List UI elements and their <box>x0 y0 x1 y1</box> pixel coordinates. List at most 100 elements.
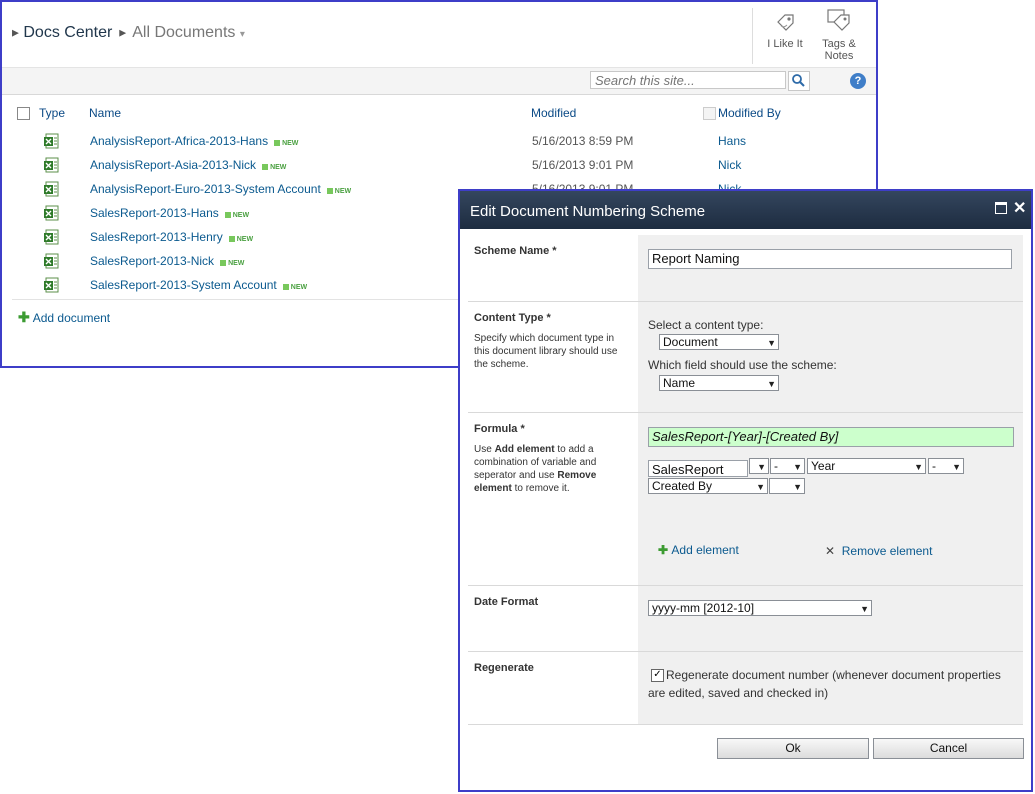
new-badge: NEW <box>220 260 244 267</box>
help-icon[interactable]: ? <box>850 73 866 89</box>
formula-label: Formula * <box>474 423 525 435</box>
date-format-select[interactable]: yyyy-mm [2012-10] ▼ <box>648 600 872 616</box>
search-icon <box>792 74 805 87</box>
select-all-checkbox[interactable] <box>17 107 30 120</box>
document-name-link[interactable]: SalesReport-2013-Hans NEW <box>90 206 249 220</box>
maximize-icon[interactable] <box>995 202 1007 214</box>
chevron-down-icon: ▼ <box>767 338 776 348</box>
add-icon: ✚ <box>18 309 30 325</box>
regenerate-label: Regenerate <box>474 662 534 674</box>
ribbon-divider <box>752 8 753 64</box>
dialog-body: Scheme Name * Report Naming Content Type… <box>468 235 1023 725</box>
chevron-down-icon: ▼ <box>757 462 766 472</box>
search-input[interactable] <box>590 71 786 89</box>
tag-icon <box>777 14 794 31</box>
formula-description: Use Add element to add a combination of … <box>474 444 597 494</box>
formula-element-2-value: Year <box>811 459 836 473</box>
separator-2-select[interactable]: - ▼ <box>928 458 964 474</box>
cancel-button[interactable]: Cancel <box>873 738 1024 759</box>
separator-2-value: - <box>932 459 936 473</box>
remove-icon: ✕ <box>825 544 836 558</box>
chevron-down-icon[interactable]: ▾ <box>240 29 245 40</box>
date-format-value: yyyy-mm [2012-10] <box>652 601 755 615</box>
regenerate-text: Regenerate document number (whenever doc… <box>648 668 1001 700</box>
scheme-name-input[interactable]: Report Naming <box>648 249 1012 269</box>
chevron-down-icon: ▼ <box>952 462 961 472</box>
add-element-button[interactable]: ✚ Add element <box>658 543 739 557</box>
section-scheme-name: Scheme Name * Report Naming <box>468 235 1023 302</box>
breadcrumb-view-menu[interactable]: All Documents <box>132 24 235 41</box>
content-type-value: Document <box>663 335 718 349</box>
chevron-down-icon: ▼ <box>793 482 802 492</box>
tags-notes-button[interactable]: Tags & Notes <box>816 8 862 62</box>
separator-3-select[interactable]: ▼ <box>769 478 805 494</box>
date-format-label: Date Format <box>474 596 539 608</box>
tags-notes-icon <box>827 9 850 31</box>
close-icon[interactable]: ✕ <box>1013 198 1026 218</box>
new-badge: NEW <box>224 212 249 219</box>
document-name-link[interactable]: SalesReport-2013-Henry NEW <box>90 230 253 244</box>
formula-element-1-type-select[interactable]: ▼ <box>749 458 769 474</box>
table-row: AnalysisReport-Asia-2013-Nick NEW 5/16/201… <box>2 153 876 177</box>
column-header-name[interactable]: Name <box>89 106 121 120</box>
new-badge: NEW <box>282 284 307 291</box>
chevron-down-icon: ▼ <box>793 462 802 472</box>
chevron-down-icon: ▼ <box>914 462 923 472</box>
modified-date: 5/16/2013 9:01 PM <box>532 158 634 172</box>
formula-element-3-select[interactable]: Created By ▼ <box>648 478 768 494</box>
breadcrumb-site-link[interactable]: Docs Center <box>23 24 112 41</box>
document-name-link[interactable]: SalesReport-2013-Nick NEW <box>90 254 244 268</box>
excel-file-icon <box>44 277 59 293</box>
i-like-it-button[interactable]: I Like It <box>762 10 808 50</box>
formula-element-3-value: Created By <box>652 479 713 493</box>
i-like-it-label: I Like It <box>767 38 803 50</box>
section-regenerate: Regenerate ✓ Regenerate document number … <box>468 652 1023 725</box>
separator-1-select[interactable]: - ▼ <box>770 458 805 474</box>
excel-file-icon <box>44 133 59 149</box>
modified-by-link[interactable]: Hans <box>718 134 746 148</box>
chevron-down-icon: ▼ <box>860 604 869 614</box>
content-type-select[interactable]: Document ▼ <box>659 334 779 350</box>
table-row: AnalysisReport-Africa-2013-Hans NEW 5/16/2… <box>2 129 876 153</box>
formula-preview: SalesReport-[Year]-[Created By] <box>648 427 1014 447</box>
column-header-type[interactable]: Type <box>39 106 65 120</box>
new-badge: NEW <box>274 140 298 147</box>
document-name-link[interactable]: AnalysisReport-Asia-2013-Nick NEW <box>90 158 286 172</box>
formula-element-text-input[interactable]: SalesReport <box>648 460 748 477</box>
modified-by-link[interactable]: Nick <box>718 158 741 172</box>
chevron-down-icon: ▼ <box>767 379 776 389</box>
remove-element-button[interactable]: ✕ Remove element <box>825 544 932 558</box>
search-button[interactable] <box>788 71 810 91</box>
breadcrumb-separator-icon: ▶ <box>116 27 129 38</box>
scheme-name-label: Scheme Name * <box>474 245 557 257</box>
new-badge: NEW <box>228 236 253 243</box>
section-formula: Formula * Use Add element to add a combi… <box>468 413 1023 586</box>
excel-file-icon <box>44 205 59 221</box>
content-type-description: Specify which document type in this docu… <box>474 333 618 370</box>
excel-file-icon <box>44 253 59 269</box>
new-badge: NEW <box>262 164 286 171</box>
remove-element-label: Remove element <box>841 544 933 558</box>
ok-button[interactable]: Ok <box>717 738 869 759</box>
breadcrumb-arrow-icon: ▶ <box>12 27 19 38</box>
add-document-link[interactable]: ✚ Add document <box>18 309 110 326</box>
document-name-link[interactable]: AnalysisReport-Africa-2013-Hans NEW <box>90 134 298 148</box>
tags-notes-label-1: Tags & <box>822 38 856 50</box>
modified-by-filter-checkbox[interactable] <box>703 107 716 120</box>
breadcrumb: ▶ Docs Center ▶ All Documents ▾ <box>12 24 245 42</box>
column-header-modified-by[interactable]: Modified By <box>718 106 781 120</box>
new-badge: NEW <box>326 188 351 195</box>
chevron-down-icon: ▼ <box>756 482 765 492</box>
add-document-label: Add document <box>32 311 111 325</box>
column-header-modified[interactable]: Modified <box>531 106 576 120</box>
dialog-title: Edit Document Numbering Scheme <box>470 203 706 220</box>
field-value: Name <box>663 376 696 390</box>
field-select[interactable]: Name ▼ <box>659 375 779 391</box>
field-scheme-label: Which field should use the scheme: <box>648 358 837 372</box>
separator-1-value: - <box>774 459 778 473</box>
document-name-link[interactable]: SalesReport-2013-System Account NEW <box>90 278 307 292</box>
tags-notes-label-2: Notes <box>824 50 854 62</box>
document-name-link[interactable]: AnalysisReport-Euro-2013-System Account N… <box>90 182 351 196</box>
formula-element-2-select[interactable]: Year ▼ <box>807 458 926 474</box>
excel-file-icon <box>44 229 59 245</box>
